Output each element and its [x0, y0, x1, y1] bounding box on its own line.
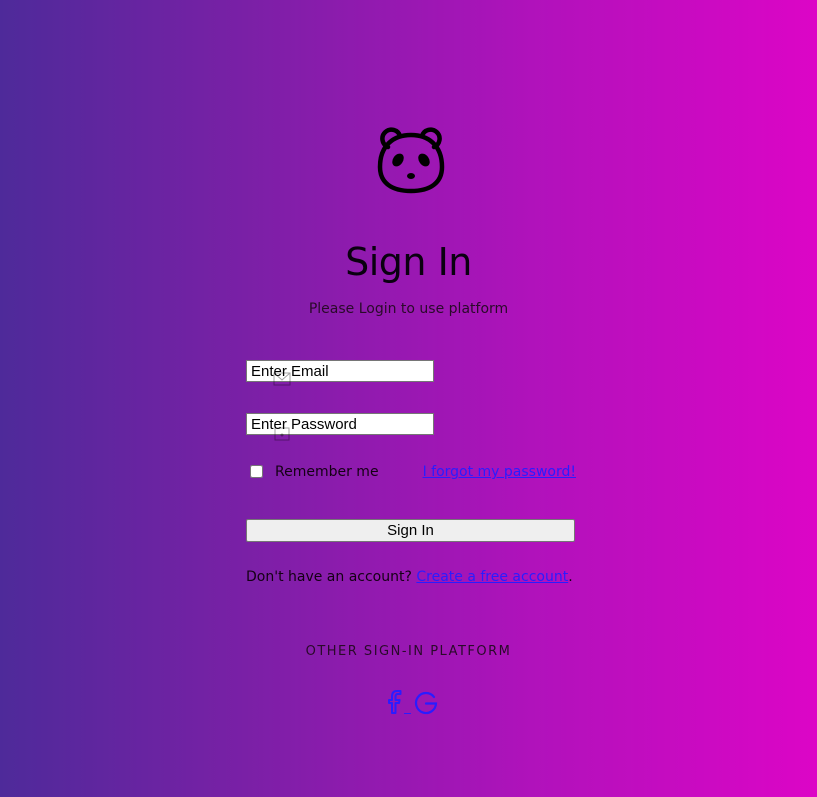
- remember-row: Remember me I forgot my password!: [246, 463, 576, 483]
- link-underline: [404, 713, 411, 714]
- other-platforms-heading: OTHER SIGN-IN PLATFORM: [305, 644, 512, 659]
- facebook-icon[interactable]: [386, 690, 404, 715]
- page-title: Sign In: [345, 240, 472, 284]
- social-login-row: [386, 690, 438, 716]
- panda-icon: [377, 127, 445, 194]
- sign-in-button[interactable]: Sign In: [246, 519, 575, 542]
- signup-prompt: Don't have an account? Create a free acc…: [246, 569, 573, 585]
- envelope-icon: [273, 372, 291, 386]
- create-account-link[interactable]: Create a free account: [416, 569, 568, 585]
- signup-suffix: .: [568, 569, 573, 585]
- remember-me-checkbox[interactable]: [250, 465, 263, 478]
- remember-me-label: Remember me: [275, 464, 379, 480]
- page-subtitle: Please Login to use platform: [308, 301, 509, 317]
- google-icon[interactable]: [413, 690, 438, 715]
- signup-prompt-text: Don't have an account?: [246, 569, 417, 585]
- lock-icon: [274, 427, 290, 441]
- forgot-password-link[interactable]: I forgot my password!: [423, 464, 576, 480]
